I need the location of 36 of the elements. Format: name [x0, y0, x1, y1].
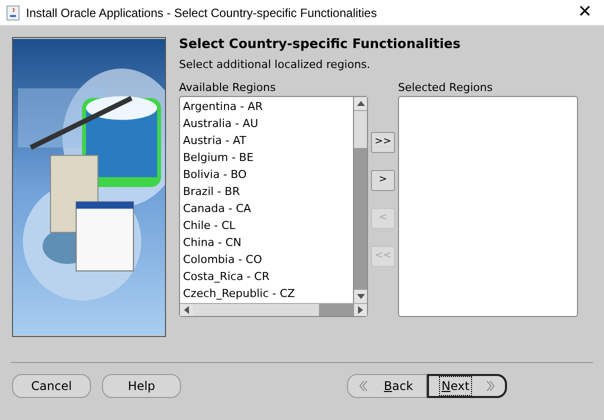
close-button[interactable]: ✕ — [578, 4, 592, 21]
right-arrow-icon — [358, 306, 363, 314]
available-regions-list[interactable]: Argentina - AR Australia - AU Austria - AT Belgium - BE Bolivia - BO Brazil - BR Canada - CA Chile - CL China - CN Colombia - CO Costa_Rica - CR Czech_Republic - CZ — [179, 96, 368, 316]
vertical-scrollbar[interactable] — [353, 96, 367, 302]
move-button[interactable]: >> — [371, 132, 395, 152]
next-chevron-icon — [486, 381, 496, 391]
list-item[interactable]: Chile - CL — [183, 216, 353, 234]
list-item[interactable]: Colombia - CO — [183, 250, 353, 268]
list-item[interactable]: Australia - AU — [183, 114, 353, 132]
list-item[interactable]: Czech_Republic - CZ — [183, 284, 353, 302]
dialog-button[interactable]: Cancel — [12, 374, 91, 398]
back-chevron-icon — [358, 381, 368, 391]
back-button[interactable]: Back — [347, 374, 427, 398]
up-arrow-icon — [356, 100, 364, 106]
next-button[interactable]: Next — [427, 374, 507, 398]
list-item[interactable]: Canada - CA — [183, 200, 353, 216]
scrollbar-thumb[interactable] — [193, 304, 319, 316]
list-item[interactable]: Argentina - AR — [183, 98, 353, 114]
selected-regions-list[interactable] — [398, 96, 578, 316]
move-button[interactable]: > — [371, 170, 395, 190]
list-item[interactable]: Austria - AT — [183, 132, 353, 148]
dialog-button[interactable]: Help — [102, 374, 181, 398]
left-arrow-icon — [184, 306, 189, 314]
page-heading: Select Country-specific Functionalities — [179, 37, 462, 53]
instruction-text: Select additional localized regions. — [179, 57, 372, 73]
down-arrow-icon — [356, 294, 364, 298]
list-item[interactable]: China - CN — [183, 234, 353, 250]
list-item[interactable]: Brazil - BR — [183, 182, 353, 200]
list-item[interactable]: Costa_Rica - CR — [183, 268, 353, 284]
list-label: Available Regions — [179, 80, 277, 94]
list-label: Selected Regions — [398, 80, 494, 94]
scrollbar-thumb[interactable] — [354, 110, 367, 148]
list-item[interactable]: Belgium - BE — [183, 148, 353, 166]
horizontal-scrollbar[interactable] — [180, 302, 367, 316]
window-title: Install Oracle Applications - Select Country-specific Functionalities — [26, 4, 377, 22]
list-item[interactable]: Bolivia - BO — [183, 166, 353, 182]
